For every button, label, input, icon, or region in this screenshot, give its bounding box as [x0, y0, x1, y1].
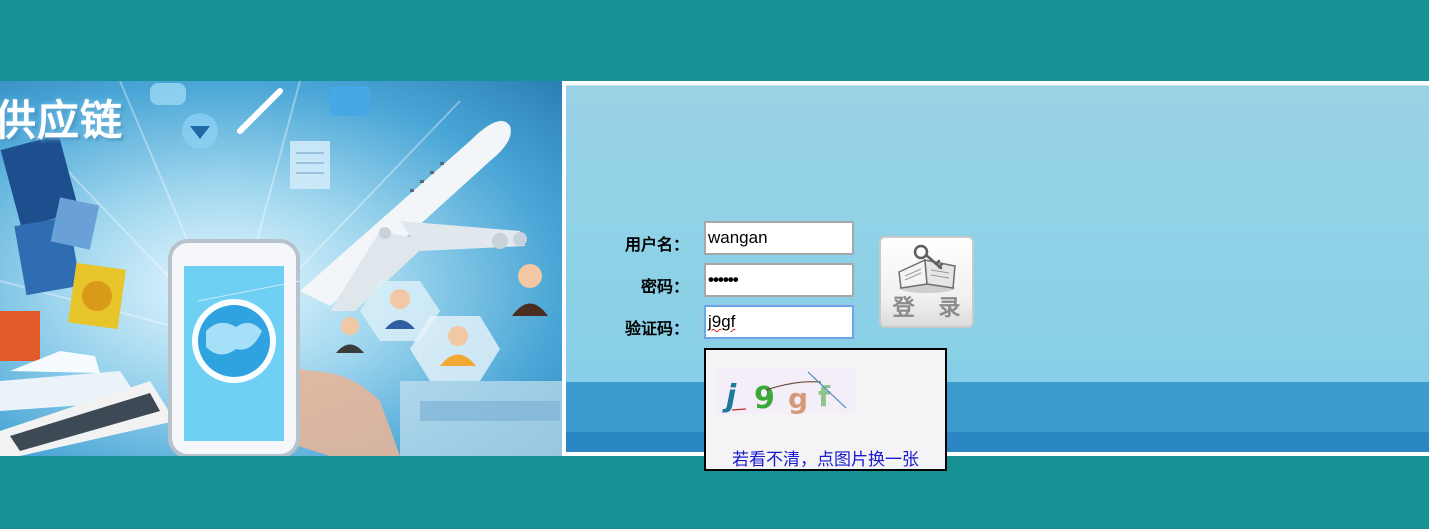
hero-title: 供应链 — [0, 96, 124, 145]
panel-bottom-edge — [566, 452, 1429, 456]
captcha-label: 验证码： — [624, 319, 689, 338]
svg-text:f: f — [818, 380, 831, 413]
captcha-popup: j 9 g f 若看不清，点图片换一张 — [704, 348, 947, 471]
book-key-icon — [898, 244, 956, 293]
captcha-refresh-hint[interactable]: 若看不清，点图片换一张 — [706, 445, 945, 470]
username-value: wangan — [708, 228, 768, 247]
login-page: 供应链 用户名： 密码： 验证码： wangan •••••• j9gf 登 录 — [0, 0, 1429, 529]
password-input[interactable]: •••••• — [704, 263, 854, 297]
panel-band-dark — [566, 432, 1429, 452]
supply-chain-hero-image: 供应链 — [0, 81, 562, 456]
svg-text:j: j — [722, 379, 737, 414]
captcha-image[interactable]: j 9 g f — [716, 368, 856, 416]
login-panel — [566, 81, 1429, 456]
password-label: 密码： — [640, 277, 689, 296]
login-button-label: 登 录 — [892, 296, 969, 321]
password-value: •••••• — [708, 270, 739, 289]
username-input[interactable]: wangan — [704, 221, 854, 255]
svg-text:9: 9 — [754, 381, 775, 414]
panel-band — [566, 382, 1429, 432]
captcha-input[interactable]: j9gf — [703, 304, 855, 340]
login-button[interactable]: 登 录 — [879, 236, 974, 328]
captcha-value: j9gf — [708, 312, 736, 331]
username-label: 用户名： — [624, 235, 689, 254]
svg-text:g: g — [788, 382, 808, 414]
captcha-graphic: j 9 g f — [722, 371, 847, 416]
